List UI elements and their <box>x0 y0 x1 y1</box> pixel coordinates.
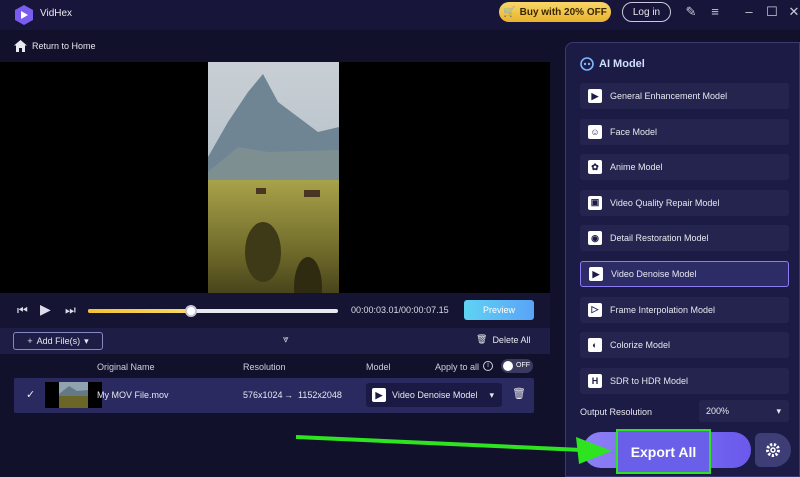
annotation-arrow <box>295 435 612 464</box>
